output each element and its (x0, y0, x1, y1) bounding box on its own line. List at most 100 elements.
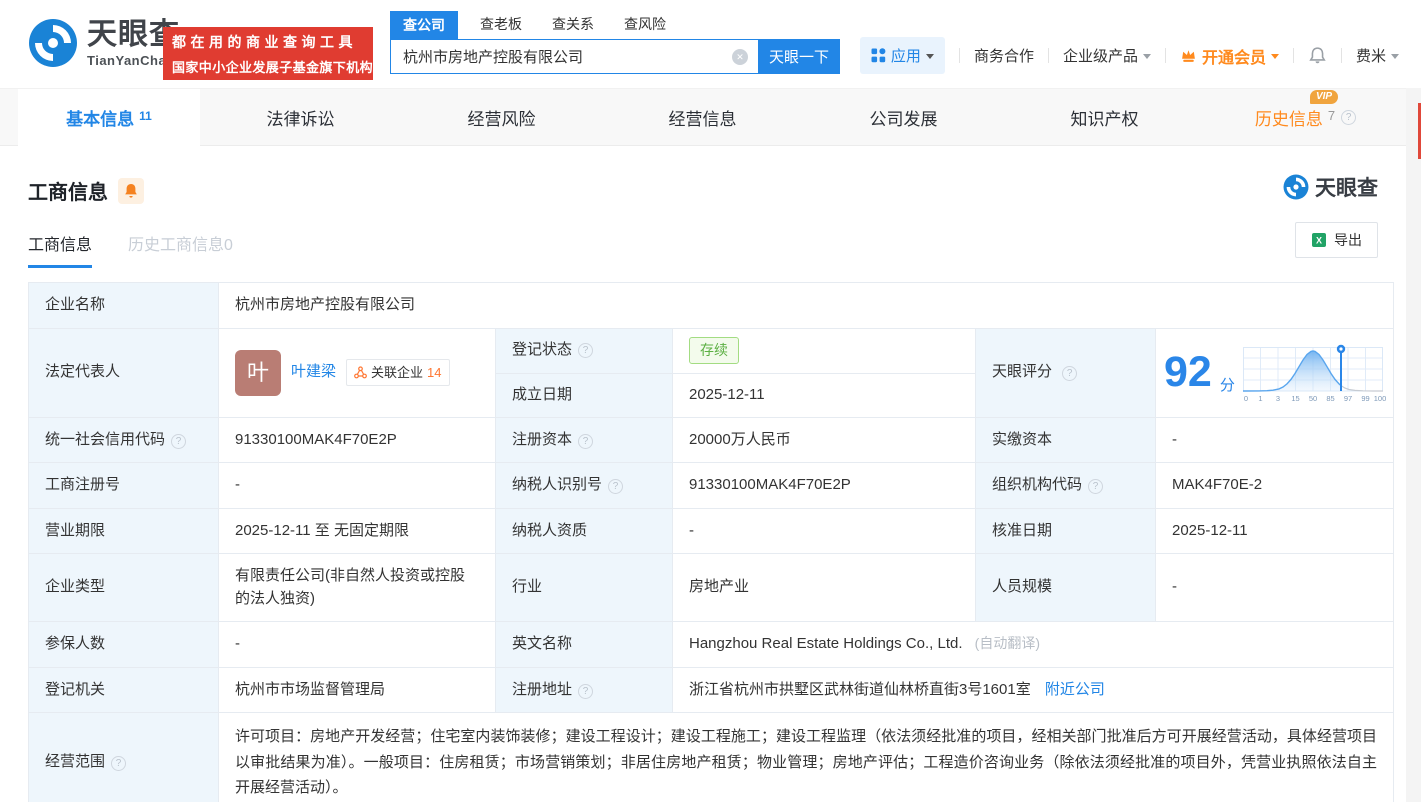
bell-icon (125, 183, 137, 198)
tab-operating-risk[interactable]: 经营风险 (401, 89, 602, 146)
related-companies-count: 14 (427, 364, 442, 380)
org-code-value: MAK4F70E-2 (1154, 462, 1395, 509)
reg-capital-label: 注册资本 (512, 430, 573, 448)
search-tab-relation[interactable]: 查关系 (552, 14, 594, 39)
score-distribution-chart: 0 1 3 15 50 85 97 99 100 (1242, 344, 1386, 403)
header: 天眼查 TianYanCha.com 都在用的商业查询工具 国家中小企业发展子基… (0, 0, 1421, 88)
clear-input-icon[interactable] (732, 49, 748, 65)
tab-legal-proceedings[interactable]: 法律诉讼 (200, 89, 401, 146)
search-tab-boss[interactable]: 查老板 (480, 14, 522, 39)
legal-rep-avatar[interactable]: 叶 (235, 349, 281, 396)
question-icon[interactable] (111, 756, 127, 771)
apps-label: 应用 (890, 48, 921, 65)
english-name-value: Hangzhou Real Estate Holdings Co., Ltd. (689, 635, 963, 652)
related-companies-badge[interactable]: 关联企业 14 (346, 358, 450, 387)
subtab-history-business-info[interactable]: 历史工商信息0 (128, 231, 233, 268)
question-icon[interactable] (171, 433, 187, 449)
approval-date-value: 2025-12-11 (1154, 507, 1395, 554)
enterprise-product-label: 企业级产品 (1062, 48, 1138, 65)
table-row: 企业名称 杭州市房地产控股有限公司 (28, 282, 1395, 329)
tab-history-count: 7 (1327, 108, 1336, 123)
bell-icon (1309, 47, 1326, 64)
tianyancha-logo-icon (29, 19, 77, 67)
reg-capital-value: 20000万人民币 (672, 416, 976, 463)
question-icon[interactable] (1062, 366, 1078, 382)
search-tab-company[interactable]: 查公司 (390, 11, 458, 39)
divider (958, 48, 960, 63)
question-icon[interactable] (578, 683, 594, 699)
apps-grid-icon (871, 48, 886, 63)
question-icon[interactable] (1341, 110, 1357, 125)
tab-history-info[interactable]: VIP 历史信息 7 (1205, 89, 1406, 146)
tab-operating-info[interactable]: 经营信息 (602, 89, 803, 146)
subtab-business-info[interactable]: 工商信息 (28, 231, 93, 268)
nav-biz-cooperation[interactable]: 商务合作 (974, 45, 1034, 66)
search-button[interactable]: 天眼一下 (758, 39, 840, 74)
credit-code-label: 统一社会信用代码 (45, 430, 166, 448)
tab-history-label: 历史信息 (1254, 110, 1323, 129)
question-icon[interactable] (578, 433, 594, 449)
score-unit: 分 (1219, 377, 1235, 394)
legal-rep-label: 法定代表人 (28, 327, 219, 418)
notifications-bell[interactable] (1308, 46, 1327, 65)
crown-icon (1182, 50, 1195, 62)
top-nav: 应用 商务合作 企业级产品 开通会员 费米 (859, 37, 1399, 74)
scrollbar-track[interactable] (1406, 88, 1421, 802)
export-button[interactable]: X 导出 (1295, 222, 1378, 258)
network-icon (354, 366, 367, 379)
question-icon[interactable] (578, 343, 594, 358)
tab-basic-count: 11 (139, 108, 152, 123)
search-area: 查公司 查老板 查关系 查风险 天眼一下 (390, 11, 840, 74)
search-tab-risk[interactable]: 查风险 (624, 14, 666, 39)
establish-date-value: 2025-12-11 (689, 385, 765, 403)
svg-text:97: 97 (1344, 394, 1352, 403)
svg-text:50: 50 (1309, 394, 1317, 403)
reg-address-value: 浙江省杭州市拱墅区武林街道仙林桥直街3号1601室 (689, 680, 1031, 698)
approval-date-label: 核准日期 (975, 507, 1156, 554)
reg-status-tag: 存续 (689, 337, 739, 364)
industry-value: 房地产业 (672, 553, 976, 622)
slogan-line2: 国家中小企业发展子基金旗下机构 (172, 59, 374, 75)
reg-address-label: 注册地址 (512, 680, 573, 698)
vip-label: 开通会员 (1201, 49, 1266, 67)
table-row: 营业期限 2025-12-11 至 无固定期限 纳税人资质 - 核准日期 202… (28, 507, 1395, 554)
insured-count-label: 参保人数 (28, 621, 219, 668)
nearby-companies-link[interactable]: 附近公司 (1045, 681, 1105, 698)
chevron-down-icon (1142, 54, 1151, 59)
tab-basic-label: 基本信息 (66, 110, 135, 129)
business-info-table: 企业名称 杭州市房地产控股有限公司 法定代表人 叶 叶建梁 关联企业 14 登记… (28, 282, 1395, 802)
tab-company-development[interactable]: 公司发展 (803, 89, 1004, 146)
export-label: 导出 (1334, 232, 1362, 248)
table-row: 统一社会信用代码 91330100MAK4F70E2P 注册资本 20000万人… (28, 416, 1395, 463)
divider (1164, 48, 1166, 63)
org-code-label: 组织机构代码 (992, 476, 1083, 493)
question-icon[interactable] (1088, 479, 1104, 494)
establish-date-label: 成立日期 (496, 373, 673, 417)
apps-menu[interactable]: 应用 (859, 37, 945, 74)
tab-basic-info[interactable]: 基本信息 11 (18, 89, 200, 146)
staff-size-value: - (1154, 553, 1395, 622)
tab-intellectual-property[interactable]: 知识产权 (1004, 89, 1205, 146)
legal-rep-name-link[interactable]: 叶建梁 (291, 361, 336, 384)
chevron-down-icon (925, 54, 934, 59)
divider (1340, 48, 1342, 63)
business-term-value: 2025-12-11 至 无固定期限 (218, 507, 496, 554)
divider (1292, 48, 1294, 63)
nav-vip-upgrade[interactable]: 开通会员 (1180, 44, 1279, 68)
tianyancha-watermark: 天眼查 (1283, 172, 1378, 202)
nav-enterprise-product[interactable]: 企业级产品 (1063, 45, 1151, 66)
table-row: 法定代表人 叶 叶建梁 关联企业 14 登记状态 ? 存续 成立日期 2025-… (28, 327, 1395, 418)
user-menu[interactable]: 费米 (1356, 45, 1399, 66)
question-icon[interactable] (608, 479, 624, 494)
username: 费米 (1355, 48, 1386, 65)
company-type-value: 有限责任公司(非自然人投资或控股的法人独资) (218, 553, 496, 622)
table-row: 经营范围 许可项目：房地产开发经营；住宅室内装饰装修；建设工程设计；建设工程施工… (28, 712, 1395, 802)
business-term-label: 营业期限 (28, 507, 219, 554)
reg-number-value: - (218, 462, 496, 509)
svg-text:X: X (1316, 236, 1322, 246)
score-label: 天眼评分 (992, 363, 1053, 381)
vip-badge: VIP (1309, 90, 1339, 104)
subscribe-bell-button[interactable] (118, 177, 144, 204)
search-input[interactable] (390, 39, 758, 74)
search-tabs: 查公司 查老板 查关系 查风险 (390, 11, 840, 39)
